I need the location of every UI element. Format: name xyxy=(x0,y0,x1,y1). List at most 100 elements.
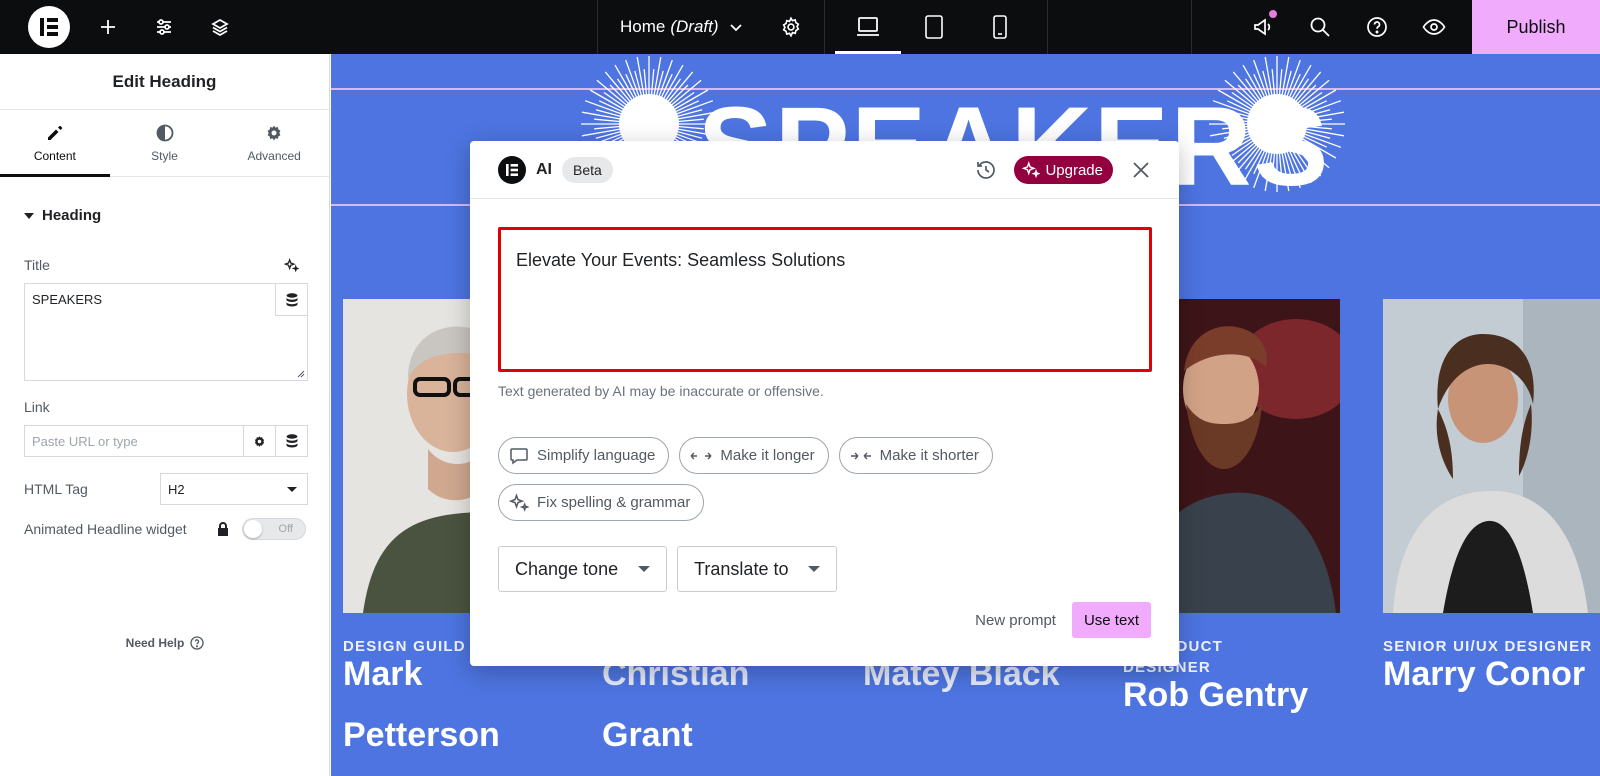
speaker-name[interactable]: Petterson xyxy=(343,705,500,766)
chevron-down-icon xyxy=(729,24,742,32)
animated-headline-label: Animated Headline widget xyxy=(24,521,187,537)
speaker-name[interactable]: Grant xyxy=(602,705,693,766)
tablet-mode-button[interactable] xyxy=(901,0,967,54)
page-settings-button[interactable] xyxy=(759,0,825,54)
preview-button[interactable] xyxy=(1405,0,1462,54)
sparkle-icon xyxy=(509,492,529,512)
responsive-modes xyxy=(825,0,1048,54)
notifications-button[interactable] xyxy=(1234,0,1291,54)
link-label: Link xyxy=(24,399,50,415)
page-name: Home xyxy=(620,17,666,36)
section-heading-toggle[interactable]: Heading xyxy=(24,207,329,224)
search-button[interactable] xyxy=(1291,0,1348,54)
publish-button[interactable]: Publish xyxy=(1472,0,1600,54)
desktop-icon xyxy=(856,17,879,36)
gear-icon xyxy=(782,16,800,38)
speaker-name[interactable]: Rob Gentry xyxy=(1123,665,1308,726)
page-selector[interactable]: Home (Draft) xyxy=(598,0,759,54)
speaker-name[interactable]: Mark xyxy=(343,644,422,705)
notification-dot xyxy=(1269,10,1277,18)
caret-down-icon xyxy=(24,212,34,219)
ai-dialog-actions: Upgrade xyxy=(974,141,1151,199)
tab-label: Content xyxy=(33,148,76,163)
chip-label: Fix spelling & grammar xyxy=(537,494,691,511)
elementor-logo[interactable] xyxy=(28,6,70,48)
title-label: Title xyxy=(24,257,50,273)
section-heading-label: Heading xyxy=(42,207,102,224)
gear-icon xyxy=(267,125,281,140)
shrink-arrows-icon xyxy=(850,452,871,459)
tab-content[interactable]: Content xyxy=(0,110,110,177)
editor-panel: Edit Heading Content Style Advanced Head… xyxy=(0,54,330,776)
sparkle-icon xyxy=(1022,161,1041,179)
ai-dialog-footer: New prompt Use text xyxy=(975,602,1151,638)
link-field: Paste URL or type xyxy=(24,425,308,457)
link-input[interactable]: Paste URL or type xyxy=(25,426,243,456)
toggle-knob xyxy=(244,520,262,538)
layers-icon[interactable] xyxy=(192,0,248,54)
animated-headline-row: Animated Headline widget Off xyxy=(24,518,329,540)
upgrade-button[interactable]: Upgrade xyxy=(1014,156,1113,184)
speech-bubble-icon xyxy=(510,447,528,464)
page-status: (Draft) xyxy=(670,17,719,36)
animated-headline-toggle[interactable]: Off xyxy=(242,518,306,540)
change-tone-dropdown[interactable]: Change tone xyxy=(498,546,668,592)
html-tag-select[interactable]: H2 xyxy=(160,473,308,505)
ai-suggestion-chips: Simplify language Make it longer Make it… xyxy=(498,437,1058,521)
panel-tabs: Content Style Advanced xyxy=(0,110,329,177)
dynamic-tags-button[interactable] xyxy=(275,284,307,316)
resize-handle-icon[interactable] xyxy=(297,370,305,378)
translate-dropdown[interactable]: Translate to xyxy=(677,546,838,592)
desktop-mode-button[interactable] xyxy=(834,0,901,54)
translate-label: Translate to xyxy=(694,558,789,579)
simplify-language-button[interactable]: Simplify language xyxy=(498,437,670,474)
tab-style[interactable]: Style xyxy=(110,110,220,176)
tablet-icon xyxy=(924,15,943,39)
add-element-icon[interactable] xyxy=(80,0,136,54)
top-bar: Home (Draft) Publish xyxy=(0,0,1600,54)
make-longer-button[interactable]: Make it longer xyxy=(679,437,829,474)
link-dynamic-tags-button[interactable] xyxy=(275,426,307,456)
mobile-mode-button[interactable] xyxy=(967,0,1033,54)
title-value: SPEAKERS xyxy=(32,292,103,307)
chip-label: Simplify language xyxy=(537,447,656,464)
question-icon xyxy=(190,636,204,650)
help-button[interactable] xyxy=(1348,0,1405,54)
ai-sparkle-icon[interactable] xyxy=(284,257,299,273)
speaker-name[interactable]: Marry Conor xyxy=(1383,644,1585,705)
fix-spelling-button[interactable]: Fix spelling & grammar xyxy=(498,484,705,521)
ai-disclaimer: Text generated by AI may be inaccurate o… xyxy=(498,383,824,399)
use-text-button[interactable]: Use text xyxy=(1071,602,1151,638)
caret-down-icon xyxy=(638,566,651,572)
upgrade-label: Upgrade xyxy=(1045,161,1103,179)
top-bar-left xyxy=(0,0,598,54)
change-tone-label: Change tone xyxy=(515,558,619,579)
toggle-text: Off xyxy=(278,523,293,535)
html-tag-label: HTML Tag xyxy=(24,481,88,497)
question-icon xyxy=(1366,17,1387,37)
title-textarea[interactable]: SPEAKERS xyxy=(24,283,308,381)
new-prompt-button[interactable]: New prompt xyxy=(975,612,1056,629)
close-icon[interactable] xyxy=(1131,160,1151,180)
ai-dialog-header: AI Beta Upgrade xyxy=(470,141,1179,199)
link-options-button[interactable] xyxy=(243,426,275,456)
gear-icon xyxy=(254,435,265,447)
half-circle-icon xyxy=(156,124,173,141)
beta-badge: Beta xyxy=(562,156,613,183)
tab-advanced[interactable]: Advanced xyxy=(219,110,329,176)
ai-dialog: AI Beta Upgrade Elevate Your Events: Sea… xyxy=(470,141,1179,666)
tab-label: Advanced xyxy=(247,148,301,163)
caret-down-icon xyxy=(287,486,297,492)
make-shorter-button[interactable]: Make it shorter xyxy=(838,437,993,474)
need-help-link[interactable]: Need Help xyxy=(0,636,330,650)
need-help-label: Need Help xyxy=(125,636,185,650)
expand-arrows-icon xyxy=(690,452,712,459)
panel-title: Edit Heading xyxy=(0,54,329,110)
title-row: Title xyxy=(24,257,299,273)
speaker-photo xyxy=(1383,299,1600,613)
top-bar-center: Home (Draft) xyxy=(598,0,1048,54)
ai-result-text[interactable]: Elevate Your Events: Seamless Solutions xyxy=(498,227,1152,372)
history-icon[interactable] xyxy=(974,158,998,182)
site-settings-icon[interactable] xyxy=(136,0,192,54)
mobile-icon xyxy=(992,15,1007,39)
